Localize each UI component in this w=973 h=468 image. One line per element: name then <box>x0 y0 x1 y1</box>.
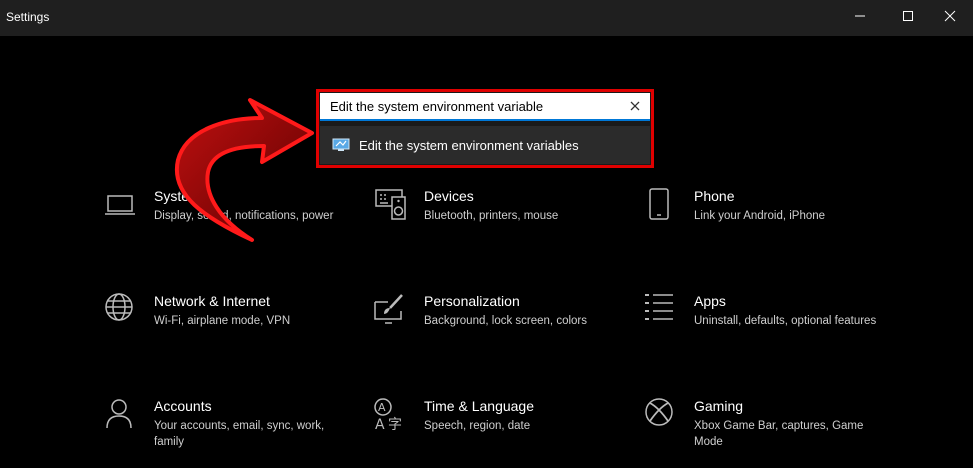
laptop-icon <box>105 195 135 215</box>
tile-title: System <box>154 188 201 204</box>
tile-description: Your accounts, email, sync, work, family <box>154 420 325 448</box>
window-title: Settings <box>6 10 50 24</box>
tile-system[interactable]: System Display, sound, notifications, po… <box>104 188 354 258</box>
title-bar: Settings <box>0 0 973 36</box>
tile-accounts[interactable]: Accounts Your accounts, email, sync, wor… <box>104 398 354 468</box>
tile-personalization[interactable]: Personalization Background, lock screen,… <box>374 293 624 363</box>
phone-icon <box>649 188 669 220</box>
svg-text:A: A <box>378 401 386 414</box>
tile-gaming[interactable]: Gaming Xbox Game Bar, captures, Game Mod… <box>644 398 894 468</box>
close-button[interactable] <box>927 0 973 32</box>
xbox-icon <box>645 398 673 426</box>
control-panel-icon <box>332 138 350 151</box>
tile-description: Link your Android, iPhone <box>694 210 826 222</box>
tile-title: Phone <box>694 188 735 204</box>
tile-title: Accounts <box>154 398 212 414</box>
tile-description: Speech, region, date <box>424 420 531 432</box>
paint-brush-icon <box>374 294 403 324</box>
close-icon[interactable] <box>628 99 642 113</box>
globe-icon <box>105 293 133 321</box>
tile-description: Bluetooth, printers, mouse <box>424 210 559 222</box>
tile-devices[interactable]: Devices Bluetooth, printers, mouse <box>374 188 624 258</box>
tile-description: Wi-Fi, airplane mode, VPN <box>154 315 291 327</box>
apps-list-icon <box>645 294 673 320</box>
tile-network[interactable]: Network & Internet Wi-Fi, airplane mode,… <box>104 293 354 363</box>
tile-title: Personalization <box>424 293 520 309</box>
maximize-icon <box>903 11 913 21</box>
tile-description: Xbox Game Bar, captures, Game Mode <box>694 420 864 448</box>
person-icon <box>106 399 132 429</box>
tile-description: Background, lock screen, colors <box>424 315 587 327</box>
keyboard-speaker-icon <box>375 189 406 220</box>
tile-description: Display, sound, notifications, power <box>154 210 334 222</box>
search-highlight: Edit the system environment variables <box>316 89 654 168</box>
svg-text:A: A <box>375 417 385 432</box>
tile-phone[interactable]: Phone Link your Android, iPhone <box>644 188 894 258</box>
search-suggestion[interactable]: Edit the system environment variables <box>320 126 650 164</box>
tile-title: Devices <box>424 188 474 204</box>
tile-title: Network & Internet <box>154 293 270 309</box>
minimize-icon <box>855 15 865 17</box>
tile-time-language[interactable]: A A 字 Time & Language Speech, region, da… <box>374 398 624 468</box>
search-input[interactable] <box>320 93 620 119</box>
time-language-icon: A A 字 <box>374 398 402 432</box>
tile-apps[interactable]: Apps Uninstall, defaults, optional featu… <box>644 293 894 363</box>
tile-title: Time & Language <box>424 398 534 414</box>
search-suggestion-label: Edit the system environment variables <box>359 137 579 153</box>
tile-title: Gaming <box>694 398 744 414</box>
close-icon <box>944 10 956 22</box>
tile-description: Uninstall, defaults, optional features <box>694 315 877 327</box>
tile-title: Apps <box>694 293 726 309</box>
search-box[interactable] <box>320 93 650 121</box>
minimize-button[interactable] <box>837 0 883 32</box>
svg-text:字: 字 <box>388 417 402 432</box>
maximize-button[interactable] <box>885 0 931 32</box>
